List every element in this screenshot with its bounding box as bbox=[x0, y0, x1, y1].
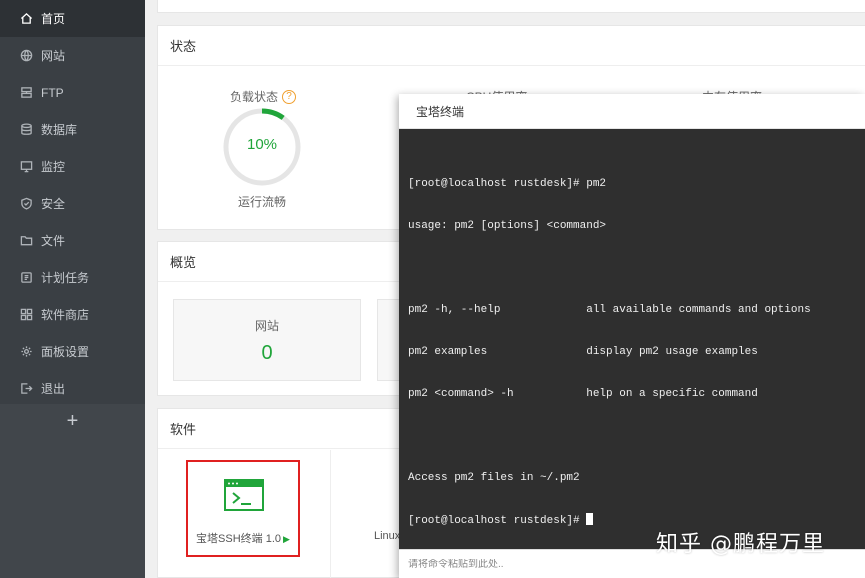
sidebar-item-label: FTP bbox=[41, 85, 64, 100]
site-stat-value: 0 bbox=[261, 342, 273, 364]
gear-icon bbox=[19, 345, 33, 359]
sidebar-item-settings[interactable]: 面板设置 bbox=[0, 333, 145, 370]
sidebar-item-database[interactable]: 数据库 bbox=[0, 111, 145, 148]
linux-tool-label[interactable]: Linux bbox=[374, 530, 400, 542]
terminal-line: [root@localhost rustdesk]# pm2 bbox=[408, 178, 607, 190]
terminal-line: Access pm2 files in ~/.pm2 bbox=[408, 472, 580, 484]
site-stat-label: 网站 bbox=[254, 319, 279, 333]
terminal-output[interactable]: [root@localhost rustdesk]# pm2 usage: pm… bbox=[408, 149, 811, 555]
sidebar-item-label: 计划任务 bbox=[41, 271, 90, 285]
home-icon bbox=[19, 12, 33, 26]
sidebar-item-label: 数据库 bbox=[41, 123, 78, 137]
sidebar-item-label: 监控 bbox=[41, 160, 66, 174]
terminal-icon bbox=[224, 479, 264, 511]
ssh-terminal-card[interactable]: 宝塔SSH终端 1.0 ▶ bbox=[186, 460, 300, 557]
terminal-prompt-line: [root@localhost rustdesk]# bbox=[408, 513, 811, 527]
terminal-cursor bbox=[586, 513, 594, 525]
site-stat-card[interactable]: 网站 0 bbox=[173, 299, 361, 381]
terminal-prompt: [root@localhost rustdesk]# bbox=[408, 515, 587, 527]
help-icon[interactable]: ? bbox=[282, 89, 297, 104]
sidebar-item-home[interactable]: 首页 bbox=[0, 0, 145, 37]
sidebar-item-website[interactable]: 网站 bbox=[0, 37, 145, 74]
sidebar: 首页 网站 FTP 数据库 监控 安全 文件 计划任务 软件商店 面板设置 退出… bbox=[0, 0, 145, 578]
status-title: 状态 bbox=[158, 26, 865, 66]
watermark: 知乎 @鹏程万里 bbox=[656, 532, 825, 557]
terminal-line: pm2 examples display pm2 usage examples bbox=[408, 346, 758, 358]
sidebar-item-ftp[interactable]: FTP bbox=[0, 74, 145, 111]
terminal-title: 宝塔终端 bbox=[399, 94, 865, 129]
top-panel bbox=[157, 0, 865, 13]
sidebar-item-monitor[interactable]: 监控 bbox=[0, 148, 145, 185]
globe-icon bbox=[19, 49, 33, 63]
terminal-window: 宝塔终端 [root@localhost rustdesk]# pm2 usag… bbox=[399, 94, 865, 578]
terminal-line: pm2 -h, --help all available commands an… bbox=[408, 304, 811, 316]
apps-icon bbox=[19, 308, 33, 322]
sidebar-item-label: 网站 bbox=[41, 49, 66, 63]
command-paste-input[interactable] bbox=[408, 558, 865, 570]
load-value: 10% bbox=[246, 136, 278, 153]
load-label: 负载状态 ? bbox=[230, 88, 297, 105]
sidebar-item-label: 文件 bbox=[41, 234, 66, 248]
logout-icon bbox=[19, 382, 33, 396]
clock-icon bbox=[19, 271, 33, 285]
sidebar-item-label: 退出 bbox=[41, 382, 66, 396]
sidebar-item-files[interactable]: 文件 bbox=[0, 222, 145, 259]
terminal-line: usage: pm2 [options] <command> bbox=[408, 220, 607, 232]
terminal-line: pm2 <command> -h help on a specific comm… bbox=[408, 388, 758, 400]
sidebar-nav: 首页 网站 FTP 数据库 监控 安全 文件 计划任务 软件商店 面板设置 退出 bbox=[0, 0, 145, 407]
monitor-icon bbox=[19, 160, 33, 174]
sidebar-item-appstore[interactable]: 软件商店 bbox=[0, 296, 145, 333]
sidebar-item-security[interactable]: 安全 bbox=[0, 185, 145, 222]
sidebar-item-cron[interactable]: 计划任务 bbox=[0, 259, 145, 296]
add-button[interactable]: + bbox=[0, 406, 145, 436]
divider bbox=[330, 450, 331, 578]
sidebar-item-label: 软件商店 bbox=[41, 308, 90, 322]
load-label-text: 负载状态 bbox=[230, 90, 279, 104]
sidebar-item-label: 安全 bbox=[41, 197, 66, 211]
load-caption: 运行流畅 bbox=[237, 195, 286, 209]
ssh-terminal-name: 宝塔SSH终端 1.0 ▶ bbox=[188, 530, 298, 546]
sidebar-item-label: 面板设置 bbox=[41, 345, 90, 359]
sidebar-item-logout[interactable]: 退出 bbox=[0, 370, 145, 407]
ftp-icon bbox=[19, 86, 33, 100]
sidebar-item-label: 首页 bbox=[41, 12, 66, 26]
ssh-terminal-label: 宝塔SSH终端 1.0 bbox=[196, 533, 282, 545]
shield-icon bbox=[19, 197, 33, 211]
database-icon bbox=[19, 123, 33, 137]
play-icon[interactable]: ▶ bbox=[283, 534, 290, 544]
folder-icon bbox=[19, 234, 33, 248]
